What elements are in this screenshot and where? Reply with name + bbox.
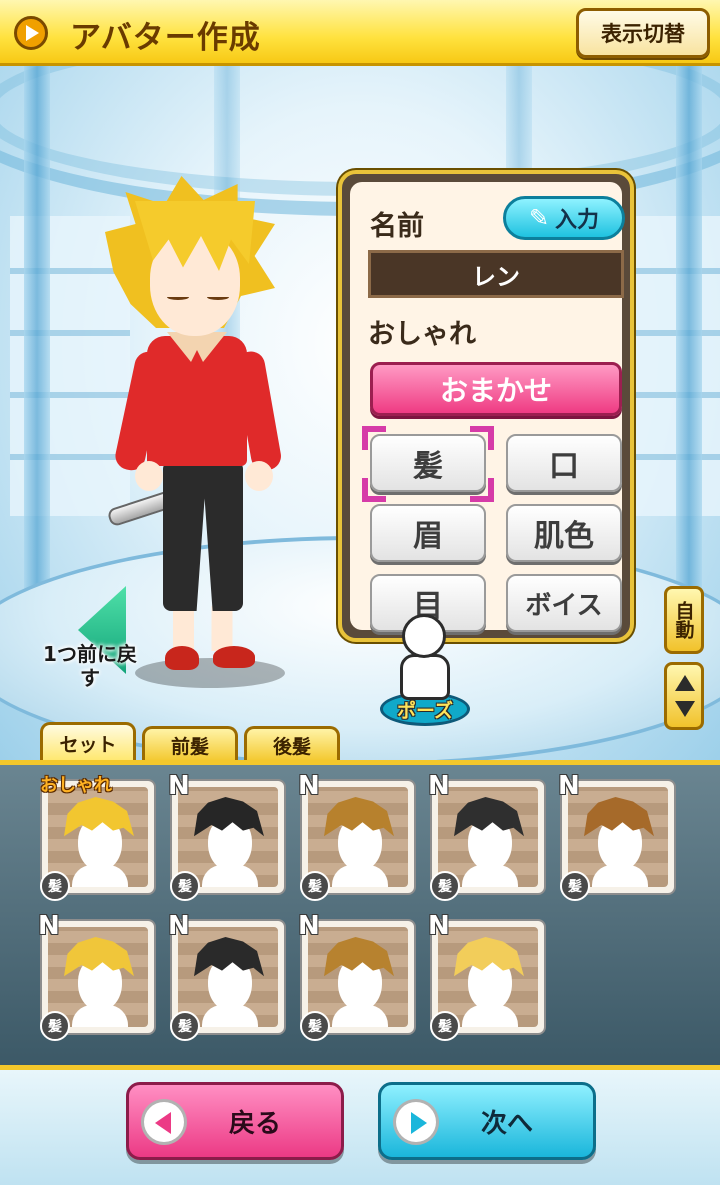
hair-card[interactable]: 髪おしゃれ [40, 775, 156, 901]
page-title: アバター作成 [70, 20, 261, 56]
hair-card-thumb [178, 927, 278, 1027]
pencil-icon: ✎ [528, 204, 550, 232]
customize-panel-body: 名前 ✎ 入力 レン おしゃれ おまかせ 髪 口 眉 肌色 目 ボイス [350, 182, 625, 632]
hair-card-rank: N [298, 771, 320, 801]
avatar-stage: 名前 ✎ 入力 レン おしゃれ おまかせ 髪 口 眉 肌色 目 ボイス 1つ前に… [0, 66, 720, 760]
tab-back-hair[interactable]: 後髪 [244, 726, 340, 762]
undo-button[interactable]: 1つ前に戻す [40, 586, 140, 706]
back-button[interactable]: 戻る [126, 1082, 344, 1160]
hair-badge: 髪 [170, 1011, 200, 1041]
back-label: 戻る [228, 1108, 281, 1139]
avatar-shadow [135, 658, 285, 688]
avatar-pants [163, 461, 243, 611]
hair-card-thumb [308, 787, 408, 887]
pose-figure-body [400, 654, 450, 700]
hair-badge: 髪 [40, 1011, 70, 1041]
hair-card-rank: N [558, 771, 580, 801]
hair-card-rank: N [428, 911, 450, 941]
hair-badge: 髪 [430, 1011, 460, 1041]
avatar-hand [245, 461, 273, 491]
pose-label: ポーズ [396, 700, 454, 722]
avatar-shoe [165, 646, 199, 670]
name-input-button[interactable]: ✎ 入力 [503, 196, 625, 240]
pose-figure-icon [402, 614, 446, 658]
part-button-voice[interactable]: ボイス [506, 574, 622, 632]
arrow-down-icon [675, 701, 695, 717]
hair-card[interactable]: 髪N [428, 911, 546, 1041]
hair-card-tag: おしゃれ [40, 775, 112, 796]
hair-card[interactable]: 髪N [298, 771, 416, 901]
hair-card-thumb [308, 927, 408, 1027]
auto-button[interactable]: 自動 [664, 586, 704, 654]
part-button-mouth[interactable]: 口 [506, 434, 622, 492]
hair-card[interactable]: 髪N [558, 771, 676, 901]
hair-card-rank: N [428, 771, 450, 801]
pose-button[interactable]: ポーズ [380, 614, 470, 732]
customize-panel: 名前 ✎ 入力 レン おしゃれ おまかせ 髪 口 眉 肌色 目 ボイス [338, 170, 634, 642]
hair-card[interactable]: 髪N [428, 771, 546, 901]
hair-card[interactable]: 髪N [168, 771, 286, 901]
avatar-eye [207, 294, 229, 300]
scroll-updown-button[interactable] [664, 662, 704, 730]
name-label: 名前 [370, 211, 424, 242]
arrow-up-icon [675, 675, 695, 691]
display-toggle-button[interactable]: 表示切替 [576, 8, 710, 58]
hair-item-grid: 髪おしゃれ髪 N 髪 N 髪 N 髪 N 髪 N 髪 N 髪 N 髪 N [0, 760, 720, 1070]
random-button[interactable]: おまかせ [370, 362, 622, 416]
avatar-hand [135, 461, 163, 491]
hair-card-thumb [438, 787, 538, 887]
avatar-shoe [213, 646, 255, 668]
avatar-legs [173, 606, 243, 651]
hair-badge: 髪 [430, 871, 460, 901]
footer-bar: 戻る 次へ [0, 1070, 720, 1185]
hair-card[interactable]: 髪N [168, 911, 286, 1041]
undo-label: 1つ前に戻す [43, 642, 137, 690]
arrow-right-icon [393, 1099, 439, 1145]
next-button[interactable]: 次へ [378, 1082, 596, 1160]
header-bar: アバター作成 表示切替 [0, 0, 720, 66]
tab-front-hair[interactable]: 前髪 [142, 726, 238, 762]
avatar-shirt [147, 336, 247, 466]
hair-card-thumb [48, 927, 148, 1027]
hair-card-rank: N [298, 911, 320, 941]
hair-badge: 髪 [560, 871, 590, 901]
hair-badge: 髪 [170, 871, 200, 901]
next-label: 次へ [480, 1108, 533, 1139]
avatar-eye [167, 294, 189, 300]
play-logo-icon [14, 16, 48, 50]
name-input-label: 入力 [555, 208, 600, 233]
hair-badge: 髪 [40, 871, 70, 901]
category-tabs: セット 前髪 後髪 [40, 722, 340, 762]
style-label: おしゃれ [368, 319, 476, 350]
hair-card[interactable]: 髪N [298, 911, 416, 1041]
part-button-eyebrows[interactable]: 眉 [370, 504, 486, 562]
tab-set[interactable]: セット [40, 722, 136, 762]
hair-card-rank: N [168, 911, 190, 941]
part-button-hair[interactable]: 髪 [370, 434, 486, 492]
hair-card-rank: N [38, 911, 60, 941]
name-field[interactable]: レン [368, 250, 624, 298]
arrow-left-icon [141, 1099, 187, 1145]
hair-card[interactable]: 髪N [38, 911, 156, 1041]
part-button-skin-color[interactable]: 肌色 [506, 504, 622, 562]
hair-card-rank: N [168, 771, 190, 801]
hair-card-thumb [568, 787, 668, 887]
hair-badge: 髪 [300, 871, 330, 901]
hair-card-thumb [178, 787, 278, 887]
hair-card-thumb [48, 787, 148, 887]
hair-card-thumb [438, 927, 538, 1027]
hair-badge: 髪 [300, 1011, 330, 1041]
